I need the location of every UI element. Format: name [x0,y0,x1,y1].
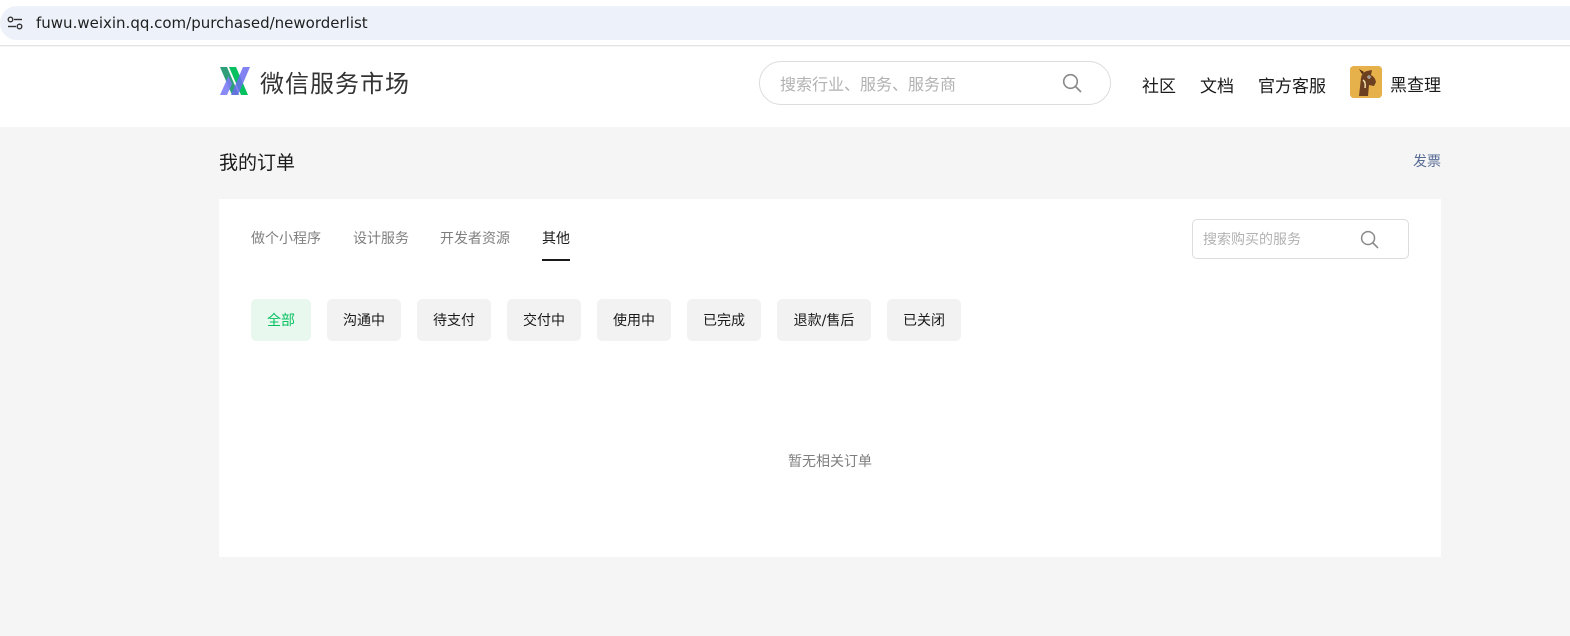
avatar[interactable] [1350,66,1382,98]
browser-toolbar: fuwu.weixin.qq.com/purchased/neworderlis… [0,0,1570,46]
filter-completed[interactable]: 已完成 [687,299,761,341]
filter-closed[interactable]: 已关闭 [887,299,961,341]
address-bar[interactable]: fuwu.weixin.qq.com/purchased/neworderlis… [0,6,1570,40]
orders-card: 做个小程序 设计服务 开发者资源 其他 全部 沟通中 待支付 交付中 使用中 已… [219,199,1441,557]
nav-customer-service[interactable]: 官方客服 [1258,72,1326,97]
nav-docs[interactable]: 文档 [1200,72,1234,97]
search-icon[interactable] [1062,73,1082,93]
tab-developer-resources[interactable]: 开发者资源 [440,230,510,248]
horse-avatar-icon [1350,66,1382,98]
invoice-link[interactable]: 发票 [1413,151,1441,171]
site-header: 微信服务市场 社区 文档 官方客服 黑查理 [0,47,1570,127]
filter-communicating[interactable]: 沟通中 [327,299,401,341]
tab-other[interactable]: 其他 [542,230,570,261]
filter-pending-payment[interactable]: 待支付 [417,299,491,341]
url-text[interactable]: fuwu.weixin.qq.com/purchased/neworderlis… [36,14,368,32]
service-search-box[interactable] [1192,219,1409,259]
tab-design-services[interactable]: 设计服务 [353,230,409,248]
nav-community[interactable]: 社区 [1142,72,1176,97]
service-search-input[interactable] [1203,229,1353,251]
user-name[interactable]: 黑查理 [1390,71,1441,96]
site-info-icon[interactable] [7,16,23,30]
filter-delivering[interactable]: 交付中 [507,299,581,341]
filter-refund-after-sales[interactable]: 退款/售后 [777,299,871,341]
global-search-box[interactable] [759,61,1111,105]
brand-name: 微信服务市场 [260,69,410,98]
page-title: 我的订单 [219,152,296,174]
global-search-input[interactable] [780,72,1050,96]
search-icon[interactable] [1360,230,1379,249]
empty-state-text: 暂无相关订单 [788,454,872,470]
tab-mini-program[interactable]: 做个小程序 [251,230,321,248]
wechat-service-logo-icon [220,67,250,95]
filter-in-use[interactable]: 使用中 [597,299,671,341]
filter-all[interactable]: 全部 [251,299,311,341]
brand-logo[interactable]: 微信服务市场 [219,66,410,98]
